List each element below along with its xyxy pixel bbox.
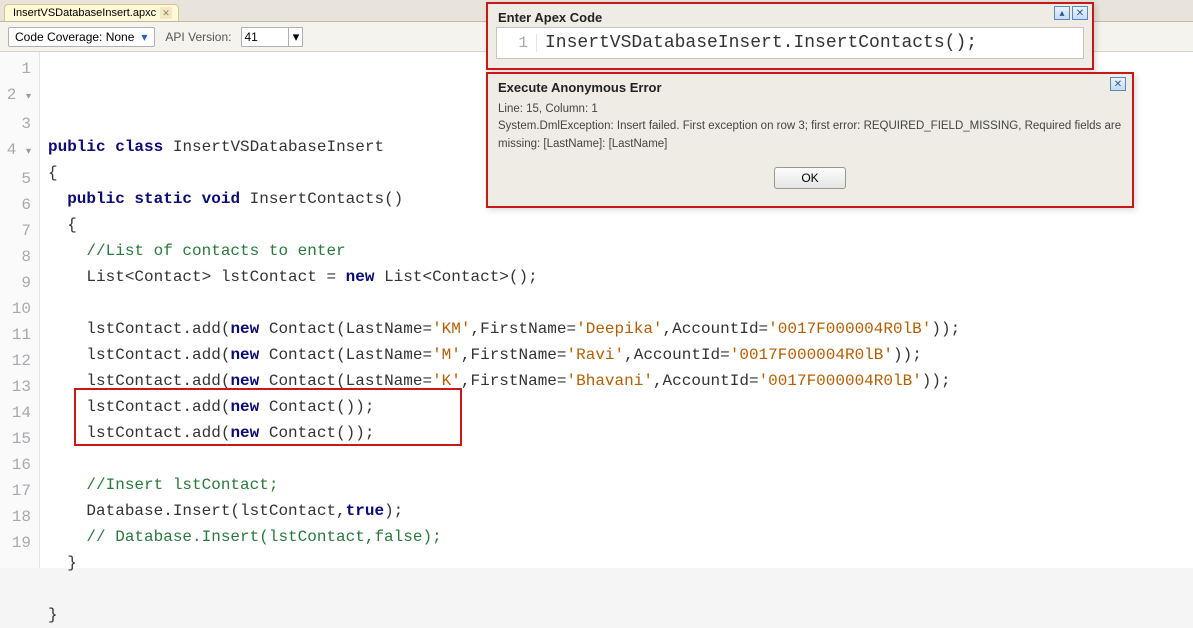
error-line2: System.DmlException: Insert failed. Firs… — [498, 118, 1122, 153]
enter-apex-title: Enter Apex Code — [488, 4, 1092, 27]
chevron-down-icon[interactable]: ▾ — [289, 27, 303, 47]
line-number: 9 — [0, 270, 31, 296]
error-line1: Line: 15, Column: 1 — [498, 101, 1122, 118]
apex-code-input[interactable] — [537, 33, 1083, 53]
code-coverage-label: Code Coverage: None — [15, 30, 134, 44]
file-tab[interactable]: InsertVSDatabaseInsert.apxc ✕ — [4, 4, 179, 21]
code-line[interactable]: { — [48, 212, 1193, 238]
code-line[interactable]: lstContact.add(new Contact(LastName='K',… — [48, 368, 1193, 394]
code-line[interactable] — [48, 576, 1193, 602]
code-line[interactable]: lstContact.add(new Contact()); — [48, 394, 1193, 420]
line-number: 11 — [0, 322, 31, 348]
close-icon[interactable]: ✕ — [160, 7, 172, 19]
line-number: 8 — [0, 244, 31, 270]
code-line[interactable]: } — [48, 602, 1193, 628]
api-version-label: API Version: — [165, 30, 231, 44]
error-panel: Execute Anonymous Error ✕ Line: 15, Colu… — [486, 72, 1134, 208]
code-line[interactable]: } — [48, 550, 1193, 576]
code-line[interactable]: List<Contact> lstContact = new List<Cont… — [48, 264, 1193, 290]
line-number: 3 — [0, 111, 31, 137]
enter-apex-panel: Enter Apex Code ▴ ✕ 1 — [486, 2, 1094, 70]
code-line[interactable] — [48, 446, 1193, 472]
code-line[interactable] — [48, 290, 1193, 316]
line-number: 1 — [0, 56, 31, 82]
line-number: 7 — [0, 218, 31, 244]
apex-line-number: 1 — [497, 34, 537, 52]
line-number: 17 — [0, 478, 31, 504]
line-number: 10 — [0, 296, 31, 322]
code-line[interactable]: lstContact.add(new Contact(LastName='KM'… — [48, 316, 1193, 342]
code-line[interactable]: lstContact.add(new Contact()); — [48, 420, 1193, 446]
code-line[interactable]: // Database.Insert(lstContact,false); — [48, 524, 1193, 550]
code-line[interactable]: lstContact.add(new Contact(LastName='M',… — [48, 342, 1193, 368]
code-coverage-dropdown[interactable]: Code Coverage: None ▾ — [8, 27, 155, 47]
fold-icon[interactable]: ▾ — [26, 85, 31, 111]
error-title: Execute Anonymous Error — [488, 74, 1132, 99]
line-number: 2 ▾ — [0, 82, 31, 111]
line-number: 18 — [0, 504, 31, 530]
code-line[interactable]: //Insert lstContact; — [48, 472, 1193, 498]
line-number: 13 — [0, 374, 31, 400]
code-line[interactable]: Database.Insert(lstContact,true); — [48, 498, 1193, 524]
line-number: 14 — [0, 400, 31, 426]
minimize-icon[interactable]: ▴ — [1054, 6, 1070, 20]
line-gutter: 12 ▾34 ▾5678910111213141516171819 — [0, 52, 40, 568]
apex-code-row: 1 — [496, 27, 1084, 59]
line-number: 5 — [0, 166, 31, 192]
tab-filename: InsertVSDatabaseInsert.apxc — [13, 7, 156, 19]
line-number: 19 — [0, 530, 31, 556]
error-body: Line: 15, Column: 1 System.DmlException:… — [488, 99, 1132, 159]
chevron-down-icon: ▾ — [138, 31, 150, 43]
line-number: 4 ▾ — [0, 137, 31, 166]
ok-button[interactable]: OK — [774, 167, 846, 189]
line-number: 16 — [0, 452, 31, 478]
line-number: 6 — [0, 192, 31, 218]
code-line[interactable]: //List of contacts to enter — [48, 238, 1193, 264]
line-number: 12 — [0, 348, 31, 374]
fold-icon[interactable]: ▾ — [26, 140, 31, 166]
close-icon[interactable]: ✕ — [1072, 6, 1088, 20]
line-number: 15 — [0, 426, 31, 452]
close-icon[interactable]: ✕ — [1110, 77, 1126, 91]
api-version-input[interactable] — [241, 27, 289, 47]
